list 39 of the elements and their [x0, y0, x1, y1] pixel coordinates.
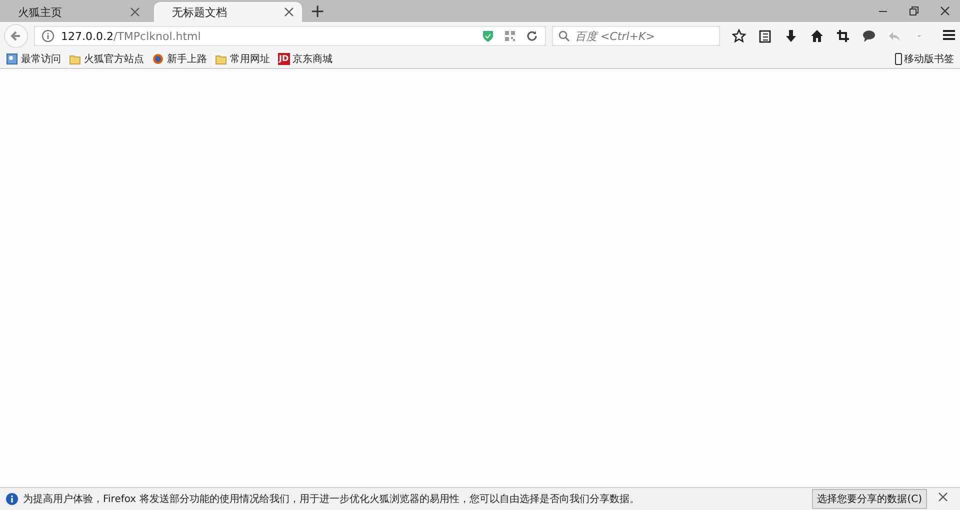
home-icon[interactable] — [810, 29, 824, 43]
share-data-button[interactable]: 选择您要分享的数据(C) — [812, 489, 927, 509]
bookmark-item[interactable]: 京东商城 — [292, 52, 333, 66]
close-icon[interactable] — [282, 5, 296, 19]
back-button[interactable] — [4, 24, 28, 48]
clipboard-icon[interactable] — [758, 29, 772, 43]
qr-code-icon[interactable] — [503, 29, 517, 43]
logo-icon: JD — [278, 53, 290, 65]
info-icon[interactable] — [41, 29, 55, 43]
folder-icon — [215, 53, 227, 65]
arrow-left-icon — [10, 30, 22, 42]
shield-icon[interactable] — [481, 29, 495, 43]
bookmark-item[interactable]: 新手上路 — [167, 52, 207, 66]
info-icon — [6, 493, 18, 505]
phone-icon — [895, 53, 902, 65]
menu-icon[interactable] — [942, 28, 956, 42]
bookmark-item[interactable]: 常用网址 — [230, 52, 270, 66]
chat-bubble-icon[interactable] — [862, 29, 876, 43]
star-icon[interactable] — [732, 29, 746, 43]
restore-icon[interactable] — [906, 4, 920, 18]
bookmark-item[interactable]: 最常访问 — [21, 52, 61, 66]
browser-tab[interactable]: 无标题文档 — [154, 2, 302, 22]
folder-icon — [69, 53, 81, 65]
new-tab-button[interactable]: + — [302, 2, 334, 22]
close-icon[interactable] — [128, 5, 142, 19]
reload-icon[interactable] — [525, 29, 539, 43]
bookmark-item[interactable]: 火狐官方站点 — [84, 52, 144, 66]
bookmark-page-icon — [6, 53, 18, 65]
address-bar[interactable]: 127.0.0.2/TMPclknol.html — [34, 26, 546, 46]
mobile-bookmarks-link[interactable]: 移动版书签 — [904, 52, 954, 66]
browser-tab[interactable]: 火狐主页 — [0, 2, 148, 22]
url-host: 127.0.0.2 — [61, 30, 114, 42]
url-path: /TMPclknol.html — [113, 30, 201, 42]
search-field[interactable]: 百度 <Ctrl+K> — [552, 26, 720, 46]
close-icon[interactable] — [938, 4, 952, 18]
close-icon[interactable] — [936, 490, 950, 504]
download-icon[interactable] — [784, 29, 798, 43]
notification-message: 为提高用户体验，Firefox 将发送部分功能的使用情况给我们，用于进一步优化火狐浏览器的易用性，您可以自由选择是否向我们分享数据。 — [23, 492, 640, 506]
crop-icon[interactable] — [836, 29, 850, 43]
